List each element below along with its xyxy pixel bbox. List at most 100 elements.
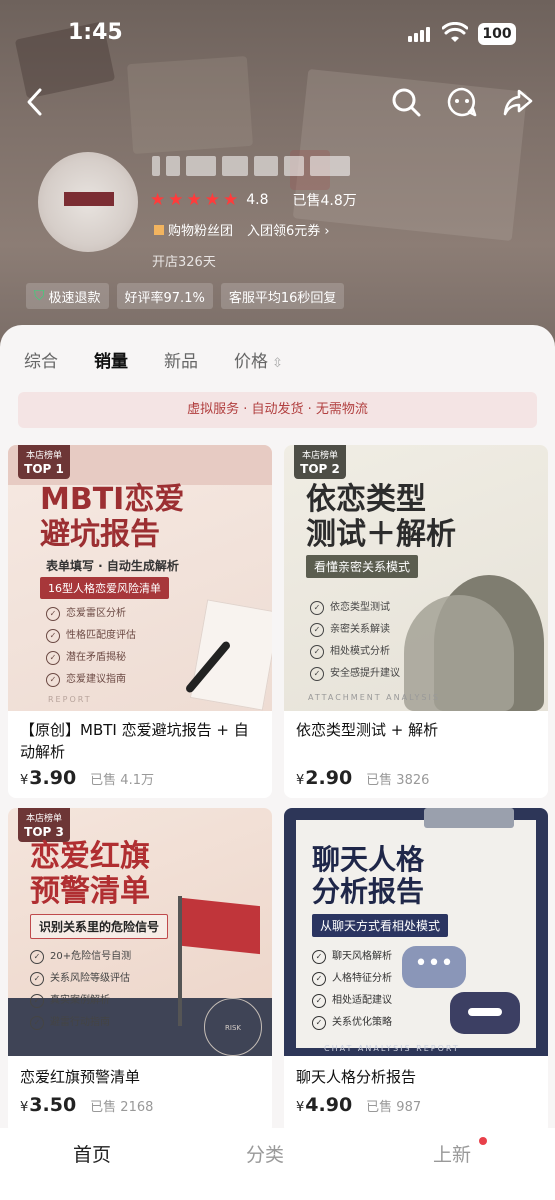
fan-coupon-link[interactable]: 入团领6元券 › <box>247 220 330 239</box>
sort-tabs: 综合 销量 新品 价格 ⇳ <box>24 347 319 372</box>
tab-comprehensive[interactable]: 综合 <box>24 347 58 372</box>
product-name: 聊天人格分析报告 <box>296 1068 417 1086</box>
positive-rate-chip[interactable]: 好评率97.1% <box>116 283 213 309</box>
product-price: ¥3.50 已售 2168 <box>20 1094 153 1116</box>
tab-price[interactable]: 价格 ⇳ <box>234 347 283 372</box>
check-item: 亲密关系解读 <box>310 619 400 641</box>
badge-rank: TOP 2 <box>300 462 340 476</box>
cover-footer-text: REPORT <box>48 695 92 704</box>
product-card[interactable]: 本店榜单 TOP 1 MBTI恋爱 避坑报告 表单填写 · 自动生成解析 16型人格… <box>8 445 272 798</box>
nav-category[interactable]: 分类 <box>246 1140 284 1167</box>
cover-title: 聊天人格 分析报告 <box>312 843 425 909</box>
header-decoration <box>127 55 253 155</box>
cover-footer-text: ATTACHMENT ANALYSIS <box>308 693 440 702</box>
product-name: 依恋类型测试 + 解析 <box>296 721 439 739</box>
price-value: 3.50 <box>29 1094 77 1116</box>
cover-subtitle: 表单填写 · 自动生成解析 <box>46 559 179 573</box>
shield-check-icon: ⛉ <box>34 288 45 304</box>
fan-group-icon <box>154 224 164 235</box>
sold-count: 已售 3826 <box>366 773 430 788</box>
product-name: 恋爱红旗预警清单 <box>20 1068 141 1086</box>
check-item: 性格匹配度评估 <box>46 625 136 647</box>
cellular-signal-icon <box>408 27 430 42</box>
product-name: 【原创】MBTI 恋爱避坑报告 + 自动解析 <box>20 721 249 761</box>
product-card[interactable]: 本店榜单TOP 2 依恋类型测试＋解析 看懂亲密关系模式 依恋类型测试 亲密关系… <box>284 445 548 798</box>
chat-bubble-icon: ••• <box>402 946 466 988</box>
check-item: 真实案例解析 <box>30 990 131 1012</box>
cover-checklist: 依恋类型测试 亲密关系解读 相处模式分析 安全感提升建议 <box>310 597 400 685</box>
nav-new-arrivals[interactable]: 上新 <box>433 1140 471 1167</box>
cover-title: 恋爱红旗 预警清单 <box>30 839 150 909</box>
check-item: 聊天风格解析 <box>312 946 392 968</box>
cover-title-line: 恋爱红旗 <box>30 839 150 874</box>
check-item: 潜在矛盾揭秘 <box>46 647 136 669</box>
product-price: ¥3.90 已售 4.1万 <box>20 767 154 789</box>
star-icon: ★ <box>168 190 184 210</box>
battery-icon: 100 <box>478 23 516 45</box>
share-icon[interactable] <box>500 84 536 120</box>
chip-label: 好评率97.1% <box>124 290 205 306</box>
cover-pill: 看懂亲密关系模式 <box>306 555 419 578</box>
service-banner: 虚拟服务 · 自动发货 · 无需物流 <box>18 392 537 428</box>
badge-label: 本店榜单 <box>25 814 62 824</box>
badge-rank: TOP 3 <box>24 825 64 839</box>
cover-title-line: 分析报告 <box>312 875 425 909</box>
check-item: 依恋类型测试 <box>310 597 400 619</box>
cover-title: 依恋类型 测试＋解析 <box>306 482 456 552</box>
price-value: 4.90 <box>305 1094 353 1116</box>
rank-badge: 本店榜单 TOP 3 <box>18 808 70 842</box>
cover-pill: 16型人格恋爱风险清单 <box>40 577 169 599</box>
back-icon[interactable] <box>18 84 54 120</box>
currency-symbol: ¥ <box>20 773 29 788</box>
currency-symbol: ¥ <box>296 773 305 788</box>
search-icon[interactable] <box>388 84 424 120</box>
cover-pill: 从聊天方式看相处模式 <box>312 914 449 937</box>
cover-title-line: MBTI恋爱 <box>40 482 185 517</box>
cover-title: MBTI恋爱 避坑报告 <box>40 482 185 552</box>
service-chips: ⛉ 极速退款 好评率97.1% 客服平均16秒回复 <box>26 283 345 309</box>
star-icon: ★ <box>204 190 220 210</box>
store-sold-count: 已售4.8万 <box>292 193 357 209</box>
sold-count: 已售 987 <box>366 1100 422 1115</box>
customer-service-icon[interactable] <box>444 84 480 120</box>
tab-price-label: 价格 <box>234 352 268 372</box>
cover-title-line: 预警清单 <box>30 873 150 909</box>
check-item: 恋爱雷区分析 <box>46 603 136 625</box>
cover-title-line: 避坑报告 <box>40 516 160 552</box>
store-open-days: 开店326天 <box>152 255 216 270</box>
sold-count: 已售 4.1万 <box>90 773 154 788</box>
product-card[interactable]: RISK CHECKLIST 本店榜单TOP 3 恋爱红旗预警清单 识别关系里的… <box>8 808 272 1134</box>
cover-title-line: 依恋类型 <box>306 482 426 517</box>
cover-title-line: 聊天人格 <box>312 843 425 876</box>
tab-new[interactable]: 新品 <box>164 347 198 372</box>
cover-title-line: 测试＋解析 <box>306 516 456 552</box>
check-item: 人格特征分析 <box>312 968 392 990</box>
fast-refund-chip[interactable]: ⛉ 极速退款 <box>26 283 109 309</box>
star-icon: ★ <box>186 190 202 210</box>
store-avatar[interactable] <box>38 152 138 252</box>
badge-label: 本店榜单 <box>25 451 62 461</box>
sort-arrows-icon: ⇳ <box>272 356 283 371</box>
fan-group-label: 购物粉丝团 <box>168 224 234 239</box>
rating-score: 4.8 <box>246 192 269 208</box>
cover-checklist: 恋爱雷区分析 性格匹配度评估 潜在矛盾揭秘 恋爱建议指南 <box>46 603 136 691</box>
chat-bubble-icon <box>450 992 520 1034</box>
reply-time-chip[interactable]: 客服平均16秒回复 <box>220 283 345 309</box>
product-cover-image: ••• 聊天人格分析报告 从聊天方式看相处模式 聊天风格解析 人格特征分析 相处… <box>284 808 548 1056</box>
nav-home[interactable]: 首页 <box>73 1140 111 1167</box>
badge-rank: TOP 1 <box>24 462 64 476</box>
badge-label: 本店榜单 <box>301 451 338 461</box>
rank-badge: 本店榜单 TOP 1 <box>18 445 70 479</box>
chip-label: 客服平均16秒回复 <box>228 290 337 306</box>
check-item: 关系优化策略 <box>312 1012 392 1034</box>
check-item: 相处适配建议 <box>312 990 392 1012</box>
product-cover-image: RISK CHECKLIST 本店榜单TOP 3 恋爱红旗预警清单 识别关系里的… <box>8 808 272 1056</box>
check-item: 恋爱建议指南 <box>46 669 136 691</box>
star-icon: ★ <box>150 190 166 210</box>
price-value: 2.90 <box>305 767 353 789</box>
fan-group-row[interactable]: 购物粉丝团 入团领6元券 › <box>154 220 330 239</box>
product-card[interactable]: ••• 聊天人格分析报告 从聊天方式看相处模式 聊天风格解析 人格特征分析 相处… <box>284 808 548 1134</box>
tab-sales[interactable]: 销量 <box>94 347 128 372</box>
price-value: 3.90 <box>29 767 77 789</box>
cover-pill: 识别关系里的危险信号 <box>30 914 169 939</box>
